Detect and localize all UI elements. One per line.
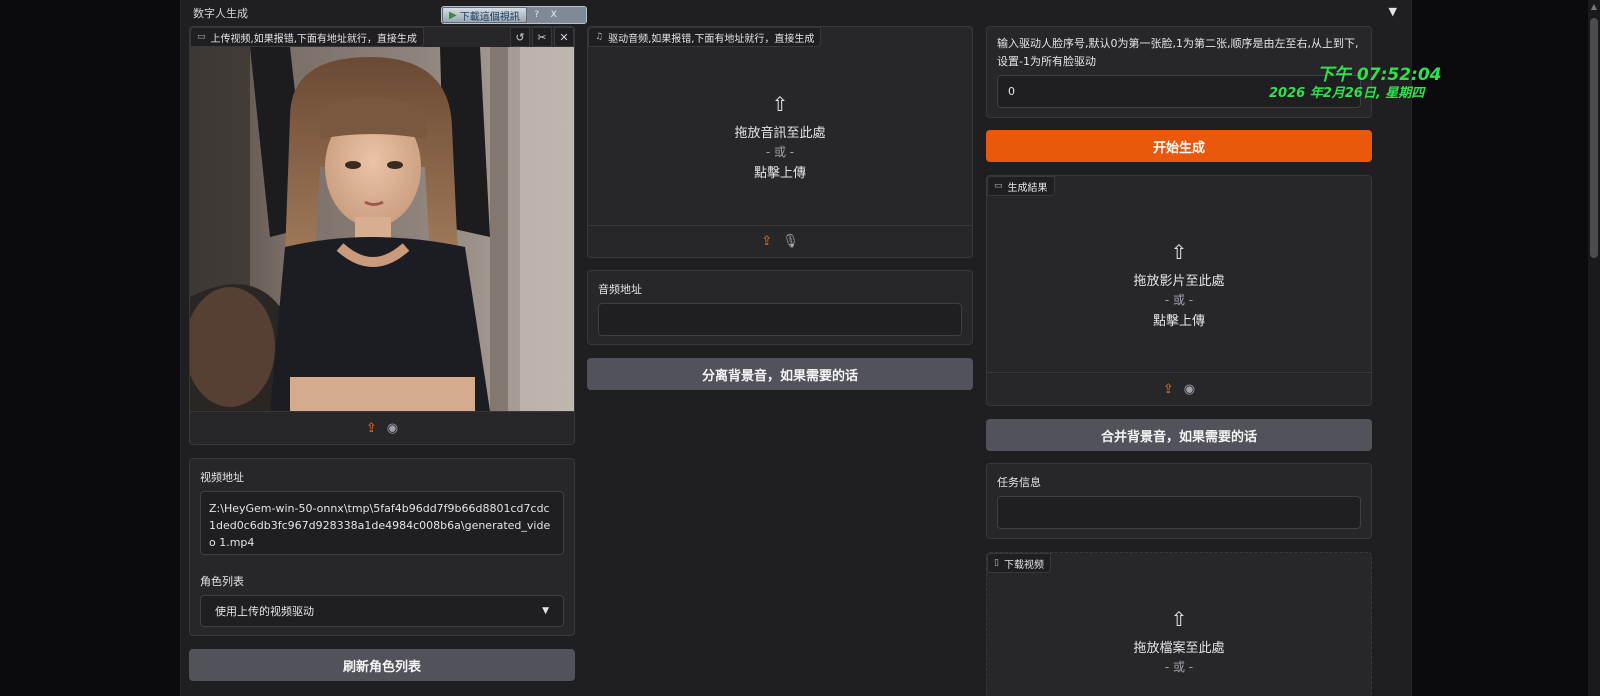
right-margin: ▲: [1412, 0, 1600, 696]
play-icon: ▶: [449, 9, 457, 21]
download-video-button[interactable]: ▶ 下載這個視訊: [442, 7, 527, 23]
upload-arrow-icon: ⇧: [1170, 607, 1188, 631]
face-index-label: 输入驱动人脸序号,默认0为第一张脸,1为第二张,顺序是由左至右,从上到下,设置-…: [997, 37, 1359, 68]
scroll-up-icon[interactable]: ▲: [1590, 2, 1598, 12]
left-margin: [0, 0, 180, 696]
audio-source-bar: ⇪ 🎙: [588, 225, 972, 257]
upload-icon[interactable]: ⇪: [366, 421, 377, 436]
upload-icon[interactable]: ⇪: [1163, 382, 1174, 397]
audio-path-panel: 音频地址: [587, 270, 973, 345]
audio-click-upload: 點擊上傳: [753, 165, 806, 181]
video-camera-icon: ▭: [994, 181, 1003, 191]
result-drop-zone[interactable]: ⇧ 拖放影片至此處 - 或 - 點擊上傳: [987, 196, 1371, 372]
face-index-value: 0: [1008, 85, 1015, 98]
video-camera-icon: ▭: [197, 32, 206, 42]
download-tag-label: 下载视频: [1003, 559, 1044, 571]
start-generate-button[interactable]: 开始生成: [986, 130, 1372, 162]
video-source-bar: ⇪ ◉: [190, 411, 574, 445]
audio-input-tag: ♫ 驱动音频,如果报错,下面有地址就行，直接生成: [588, 27, 822, 47]
download-video-label: 下載這個視訊: [459, 11, 520, 23]
audio-drop-or: - 或 -: [765, 144, 795, 159]
upload-arrow-icon: ⇧: [1170, 239, 1188, 264]
undo-icon[interactable]: ↺: [510, 27, 530, 47]
audio-drop-zone[interactable]: ⇧ 拖放音訊至此處 - 或 - 點擊上傳: [588, 47, 972, 225]
app-container: 数字人生成 ▼ ▶ 下載這個視訊 ? X ▭ 上传视频,如果报错,下面有地址就行…: [180, 0, 1412, 696]
task-info-panel: 任务信息: [986, 463, 1372, 539]
webcam-icon[interactable]: ◉: [387, 421, 398, 436]
chevron-down-icon: ▼: [542, 606, 549, 616]
task-info-input[interactable]: [997, 496, 1361, 529]
video-path-value: Z:\HeyGem-win-50-onnx\tmp\5faf4b96dd7f9b…: [209, 502, 551, 549]
video-preview[interactable]: [190, 47, 574, 411]
download-drop-text: 拖放檔案至此處: [1133, 641, 1225, 656]
task-info-label: 任务信息: [997, 476, 1041, 489]
file-icon: ▯: [994, 558, 999, 568]
video-path-input[interactable]: Z:\HeyGem-win-50-onnx\tmp\5faf4b96dd7f9b…: [200, 491, 564, 555]
video-upload-panel: ▭ 上传视频,如果报错,下面有地址就行，直接生成 ↺ ✂ ✕ ⇪ ◉: [189, 26, 575, 445]
role-list-select[interactable]: 使用上传的视频驱动 ▼: [200, 595, 564, 627]
result-video-panel: ▭ 生成結果 ⇧ 拖放影片至此處 - 或 - 點擊上傳 ⇪ ◉: [986, 175, 1372, 406]
result-drop-text: 拖放影片至此處: [1133, 273, 1225, 289]
audio-path-label: 音频地址: [598, 283, 642, 296]
face-index-panel: 输入驱动人脸序号,默认0为第一张脸,1为第二张,顺序是由左至右,从上到下,设置-…: [986, 26, 1372, 118]
result-tag-label: 生成結果: [1007, 182, 1048, 194]
upload-icon[interactable]: ⇪: [761, 234, 772, 249]
result-drop-or: - 或 -: [1164, 292, 1194, 307]
merge-background-button[interactable]: 合并背景音，如果需要的话: [986, 419, 1372, 451]
overlay-clock-date: 2026 年2月26日, 星期四: [1269, 86, 1425, 101]
role-list-selected: 使用上传的视频驱动: [215, 605, 314, 618]
result-tag: ▭ 生成結果: [987, 176, 1055, 196]
result-click-upload: 點擊上傳: [1152, 313, 1205, 329]
section-title: 数字人生成: [193, 7, 248, 20]
download-tag: ▯ 下载视频: [987, 553, 1051, 573]
result-source-bar: ⇪ ◉: [987, 372, 1371, 405]
help-icon[interactable]: ?: [530, 8, 544, 22]
video-download-toolbar: ▶ 下載這個視訊 ? X: [441, 6, 587, 24]
audio-input-label: 驱动音频,如果报错,下面有地址就行，直接生成: [608, 33, 815, 45]
refresh-roles-button[interactable]: 刷新角色列表: [189, 649, 575, 681]
separate-background-button[interactable]: 分离背景音，如果需要的话: [587, 358, 973, 390]
download-video-panel: ▯ 下载视频 ⇧ 拖放檔案至此處 - 或 -: [986, 552, 1372, 696]
video-toolbar: ↺ ✂ ✕: [510, 27, 574, 47]
microphone-icon[interactable]: 🎙: [782, 234, 799, 249]
close-icon[interactable]: X: [547, 8, 561, 22]
video-path-label: 视频地址: [200, 471, 244, 484]
triangle-down-icon[interactable]: ▼: [1389, 5, 1397, 18]
video-input-label: 上传视频,如果报错,下面有地址就行，直接生成: [210, 33, 417, 45]
upload-arrow-icon: ⇧: [771, 91, 789, 116]
audio-drop-text: 拖放音訊至此處: [734, 125, 826, 141]
vertical-scrollbar[interactable]: ▲: [1588, 0, 1600, 696]
video-frame-image: [190, 47, 574, 411]
download-drop-zone[interactable]: ⇧ 拖放檔案至此處 - 或 -: [987, 607, 1371, 681]
video-path-panel: 视频地址 Z:\HeyGem-win-50-onnx\tmp\5faf4b96d…: [189, 458, 575, 636]
music-note-icon: ♫: [595, 32, 604, 42]
close-icon[interactable]: ✕: [554, 27, 574, 47]
scrollbar-thumb[interactable]: [1590, 18, 1598, 258]
role-list-label: 角色列表: [200, 575, 244, 588]
audio-path-input[interactable]: [598, 303, 962, 336]
audio-upload-panel: ♫ 驱动音频,如果报错,下面有地址就行，直接生成 ⇧ 拖放音訊至此處 - 或 -…: [587, 26, 973, 258]
webcam-icon[interactable]: ◉: [1184, 382, 1195, 397]
video-input-tag: ▭ 上传视频,如果报错,下面有地址就行，直接生成: [190, 27, 424, 47]
download-drop-or: - 或 -: [1164, 660, 1194, 674]
scissors-icon[interactable]: ✂: [532, 27, 552, 47]
